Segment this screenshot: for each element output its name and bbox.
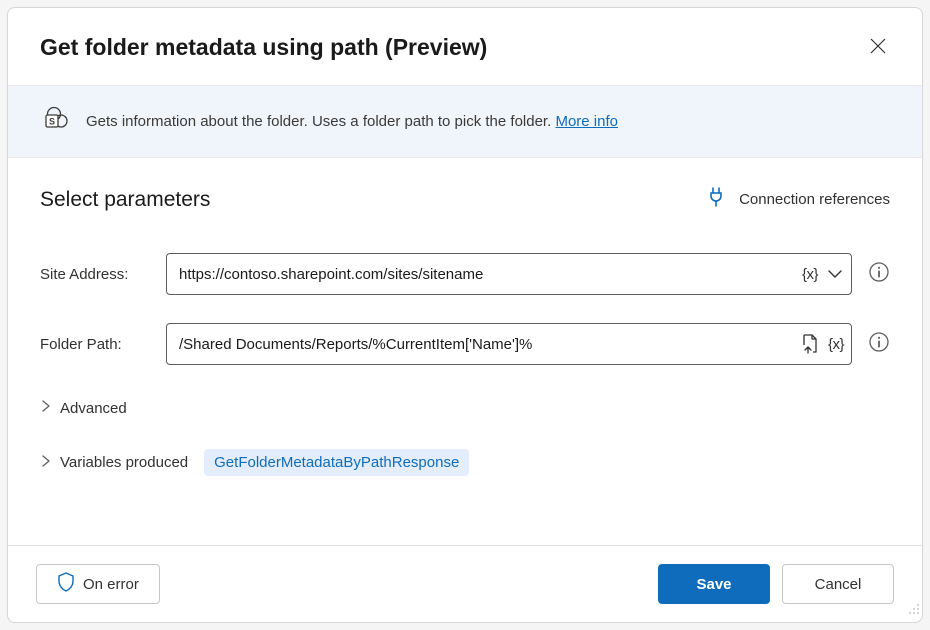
close-button[interactable] [866,34,890,58]
on-error-label: On error [83,576,139,593]
sharepoint-icon: S [44,106,70,137]
connection-references-button[interactable]: Connection references [707,186,890,213]
dropdown-button[interactable] [826,262,844,286]
cancel-button[interactable]: Cancel [782,564,894,604]
dialog-panel: Get folder metadata using path (Preview)… [7,7,923,623]
footer-actions: Save Cancel [658,564,894,604]
folder-path-input-icons: {x} [800,332,844,356]
dialog-title: Get folder metadata using path (Preview) [40,34,487,61]
folder-path-input[interactable] [166,323,852,365]
dialog-content: Select parameters Connection references … [8,158,922,545]
resize-grip-icon [906,601,920,615]
param-row-site-address: Site Address: {x} [40,253,890,295]
site-address-input[interactable] [166,253,852,295]
advanced-expander[interactable]: Advanced [40,399,890,417]
file-picker-button[interactable] [800,332,820,356]
site-address-info-button[interactable] [868,261,890,288]
shield-icon [57,572,75,596]
param-row-folder-path: Folder Path: {x} [40,323,890,365]
more-info-link[interactable]: More info [555,113,618,130]
variable-chip[interactable]: GetFolderMetadataByPathResponse [204,449,469,476]
advanced-label: Advanced [60,400,127,417]
svg-text:S: S [49,117,55,127]
dialog-footer: On error Save Cancel [8,545,922,622]
save-label: Save [696,576,731,593]
site-address-input-wrap: {x} [166,253,852,295]
variables-produced-label: Variables produced [60,454,188,471]
variable-picker-button[interactable]: {x} [802,262,818,286]
folder-path-label: Folder Path: [40,336,150,353]
resize-grip[interactable] [906,601,920,620]
chevron-down-icon [826,265,844,283]
save-button[interactable]: Save [658,564,770,604]
folder-path-input-wrap: {x} [166,323,852,365]
site-address-label: Site Address: [40,266,150,283]
info-banner: S Gets information about the folder. Use… [8,85,922,158]
chevron-right-icon [40,399,52,417]
section-header-row: Select parameters Connection references [40,186,890,213]
chevron-right-icon [40,454,52,472]
variable-picker-button[interactable]: {x} [828,332,844,356]
folder-path-info-button[interactable] [868,331,890,358]
info-icon [868,261,890,283]
file-select-icon [800,333,820,355]
close-icon [870,38,886,54]
on-error-button[interactable]: On error [36,564,160,604]
info-banner-text: Gets information about the folder. Uses … [86,113,618,130]
site-address-input-icons: {x} [802,262,844,286]
cancel-label: Cancel [815,576,862,593]
info-icon [868,331,890,353]
section-title: Select parameters [40,188,210,212]
variables-produced-expander[interactable]: Variables produced GetFolderMetadataByPa… [40,449,890,476]
connection-references-label: Connection references [739,191,890,208]
info-banner-description: Gets information about the folder. Uses … [86,113,555,130]
plug-icon [707,186,725,213]
dialog-header: Get folder metadata using path (Preview) [8,8,922,85]
